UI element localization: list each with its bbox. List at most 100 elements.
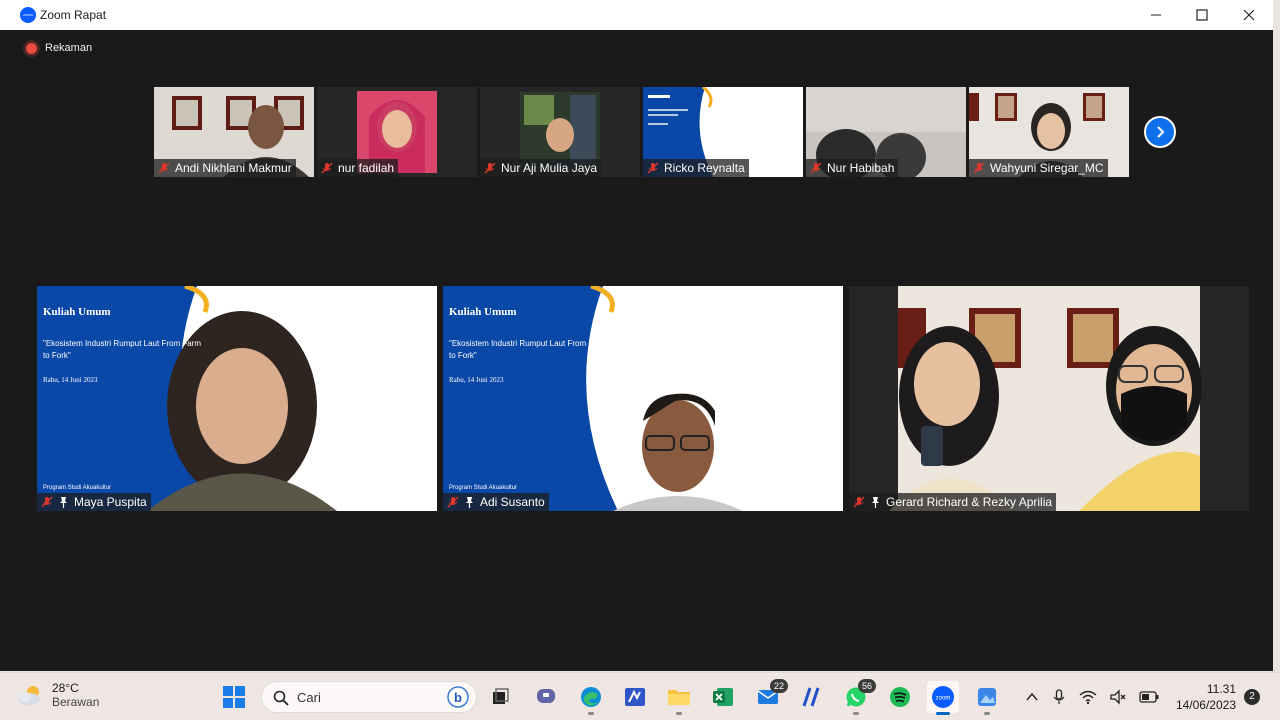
active-indicator: [936, 712, 950, 715]
photos-icon: [978, 688, 996, 706]
slide-date: Rabu, 14 Juni 2023: [449, 376, 504, 384]
pin-icon: [466, 497, 473, 508]
mic-muted-icon: [447, 496, 459, 508]
slide-background: Kuliah Umum "Ekosistem Industri Rumput L…: [37, 286, 437, 511]
minimize-button[interactable]: [1133, 0, 1179, 30]
zoom-icon: zoom: [932, 686, 954, 708]
system-tray: [1025, 681, 1159, 713]
participant-name: Maya Puspita: [74, 495, 147, 509]
maximize-icon: [1196, 9, 1208, 21]
taskbar-clock[interactable]: 11.31 14/06/2023: [1172, 681, 1236, 713]
clock-time: 11.31: [1206, 682, 1236, 696]
close-icon: [1243, 9, 1255, 21]
taskbar-app-teams[interactable]: [530, 681, 562, 713]
mic-muted-icon: [158, 162, 170, 174]
taskbar-app-excel[interactable]: [707, 681, 739, 713]
slide-subtitle: "Ekosistem Industri Rumput Laut From Far…: [449, 339, 607, 360]
participant-name: Nur Habibah: [827, 161, 895, 175]
bing-icon[interactable]: b: [446, 685, 470, 709]
notification-count-badge[interactable]: 2: [1244, 689, 1260, 705]
participant-tile[interactable]: Andi Nikhlani Makmur: [154, 87, 314, 177]
weather-widget[interactable]: 28°C Berawan: [16, 681, 99, 709]
participant-tile[interactable]: Ricko Reynalta: [643, 87, 803, 177]
taskbar-app-linear[interactable]: [796, 681, 828, 713]
participant-name-tag: Ricko Reynalta: [643, 159, 749, 177]
participant-tile[interactable]: nur fadilah: [317, 87, 477, 177]
close-button[interactable]: [1226, 0, 1272, 30]
taskbar-app-editor[interactable]: [619, 681, 651, 713]
participant-tile[interactable]: Kuliah Umum "Ekosistem Industri Rumput L…: [37, 286, 437, 511]
chevron-up-icon[interactable]: [1025, 690, 1039, 704]
weather-condition: Berawan: [52, 695, 100, 709]
pin-icon: [872, 497, 879, 508]
microphone-icon[interactable]: [1051, 689, 1067, 705]
edge-icon: [581, 687, 601, 707]
taskbar-app-file-explorer[interactable]: [663, 681, 695, 715]
task-view-icon: [493, 688, 509, 704]
volume-muted-icon[interactable]: [1109, 689, 1127, 705]
excel-icon: [713, 688, 733, 706]
cloud-sun-icon: [18, 686, 40, 705]
start-button[interactable]: [218, 681, 250, 713]
pin-icon: [60, 497, 67, 508]
slide-title: Kuliah Umum: [449, 306, 517, 318]
participant-tile[interactable]: Nur Habibah: [806, 87, 966, 177]
running-indicator: [676, 712, 682, 715]
maximize-button[interactable]: [1179, 0, 1225, 30]
participant-name-tag: Nur Aji Mulia Jaya: [480, 159, 602, 177]
svg-text:zoom: zoom: [936, 696, 951, 702]
participant-name-tag: Wahyuni Siregar_MC: [969, 159, 1108, 177]
slide-date: Rabu, 14 Juni 2023: [43, 376, 98, 384]
participant-tile[interactable]: Wahyuni Siregar_MC: [969, 87, 1129, 177]
mic-muted-icon: [321, 162, 333, 174]
taskbar-app-mail[interactable]: 22: [752, 679, 788, 713]
slide-graphic: [37, 286, 437, 511]
participant-name-tag: Adi Susanto: [443, 493, 549, 511]
participant-name: Andi Nikhlani Makmur: [175, 161, 292, 175]
window-title: Zoom Rapat: [40, 8, 107, 22]
recording-dot-icon: [26, 42, 37, 54]
weather-temperature: 28°C: [52, 681, 79, 695]
meeting-area: Rekaman Andi Nikhlani Makmur nur fadilah…: [13, 30, 1273, 671]
search-icon: [273, 690, 289, 706]
battery-icon[interactable]: [1139, 690, 1159, 704]
participant-name-tag: Nur Habibah: [806, 159, 899, 177]
running-indicator: [984, 712, 990, 715]
slide-subtitle: "Ekosistem Industri Rumput Laut From Far…: [43, 339, 201, 360]
running-indicator: [588, 712, 594, 715]
next-page-button[interactable]: [1144, 116, 1176, 148]
taskbar-task-view[interactable]: [484, 681, 516, 713]
participant-tile[interactable]: Nur Aji Mulia Jaya: [480, 87, 640, 177]
participant-tile[interactable]: Gerard Richard & Rezky Aprilia: [849, 286, 1249, 511]
slide-program: Program Studi Akuakultur: [43, 485, 112, 491]
participant-name: Wahyuni Siregar_MC: [990, 161, 1104, 175]
slide-program: Program Studi Akuakultur: [449, 485, 518, 491]
participant-name: Gerard Richard & Rezky Aprilia: [886, 495, 1053, 509]
mic-muted-icon: [41, 496, 53, 508]
taskbar-app-zoom[interactable]: zoom: [927, 681, 959, 715]
participant-video: [849, 286, 1249, 511]
title-bar[interactable]: zoom Zoom Rapat: [0, 0, 1273, 30]
taskbar-search-box[interactable]: Cari b: [261, 681, 477, 713]
mic-muted-icon: [810, 162, 822, 174]
running-indicator: [853, 712, 859, 715]
participant-tile[interactable]: Kuliah Umum "Ekosistem Industri Rumput L…: [443, 286, 843, 511]
minimize-icon: [1151, 14, 1161, 16]
participant-name: Adi Susanto: [480, 495, 545, 509]
participant-name: nur fadilah: [338, 161, 395, 175]
double-slash-icon: [802, 687, 820, 707]
mic-muted-icon: [973, 162, 985, 174]
recording-indicator[interactable]: Rekaman: [26, 42, 92, 54]
svg-text:b: b: [454, 690, 462, 705]
taskbar-app-edge[interactable]: [575, 681, 607, 715]
editor-app-icon: [625, 688, 645, 706]
participant-name: Ricko Reynalta: [664, 161, 745, 175]
chevron-right-icon: [1157, 126, 1165, 138]
taskbar-app-spotify[interactable]: [884, 681, 916, 713]
wifi-icon[interactable]: [1079, 689, 1097, 705]
taskbar-app-whatsapp[interactable]: 56: [840, 679, 876, 715]
participant-name-tag: Andi Nikhlani Makmur: [154, 159, 296, 177]
taskbar-app-photos[interactable]: [971, 681, 1003, 715]
windows-logo-icon: [223, 686, 245, 708]
participant-name-tag: Maya Puspita: [37, 493, 151, 511]
